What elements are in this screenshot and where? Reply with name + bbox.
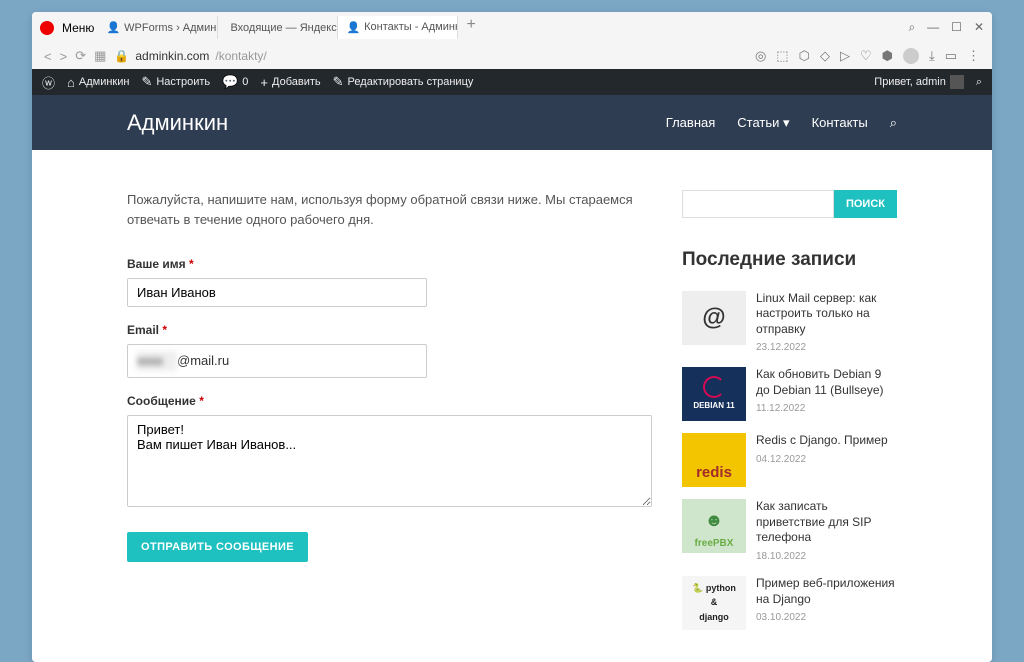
- post-thumbnail: [682, 291, 746, 345]
- window-controls: ⌕ — ☐ ✕: [908, 20, 984, 35]
- message-textarea[interactable]: [127, 415, 652, 507]
- post-date: 11.12.2022: [756, 401, 897, 416]
- tab-label: Контакты - Админкин: [364, 21, 458, 33]
- more-icon[interactable]: ⋮: [967, 48, 980, 64]
- site-header: Админкин Главная Статьи ▾ Контакты ⌕: [32, 95, 992, 150]
- reload-button[interactable]: ⟳: [75, 48, 86, 64]
- url-bar[interactable]: 🔒 adminkin.com/kontakty/: [114, 49, 747, 63]
- submit-button[interactable]: ОТПРАВИТЬ СООБЩЕНИЕ: [127, 532, 308, 562]
- search-icon[interactable]: ⌕: [908, 20, 915, 35]
- tab-yandex[interactable]: Входящие — Яндекс Поч ×: [218, 16, 338, 39]
- field-message: Сообщение *: [127, 392, 652, 513]
- browser-tabs: 👤 WPForms › Админкин × Входящие — Яндекс…: [98, 16, 904, 39]
- back-button[interactable]: <: [44, 49, 52, 64]
- chevron-down-icon: ▾: [783, 115, 790, 130]
- page-content: Пожалуйста, напишите нам, используя форм…: [32, 150, 992, 662]
- post-date: 04.12.2022: [756, 452, 897, 467]
- name-input[interactable]: [127, 278, 427, 307]
- recent-post-item[interactable]: 🐍 python&django Пример веб-приложения на…: [682, 576, 897, 630]
- search-button[interactable]: ПОИСК: [834, 190, 897, 218]
- nav-articles[interactable]: Статьи ▾: [737, 115, 789, 131]
- site-nav: Главная Статьи ▾ Контакты ⌕: [666, 115, 897, 131]
- post-title: Пример веб-приложения на Django: [756, 576, 897, 607]
- browser-titlebar: Меню 👤 WPForms › Админкин × Входящие — Я…: [32, 12, 992, 43]
- tab-label: WPForms › Админкин: [124, 22, 218, 34]
- post-thumbnail: 🐍 python&django: [682, 576, 746, 630]
- sidebar-column: ПОИСК Последние записи Linux Mail сервер…: [682, 190, 897, 642]
- main-column: Пожалуйста, напишите нам, используя форм…: [127, 190, 652, 642]
- post-date: 03.10.2022: [756, 610, 897, 625]
- bookmark-icon[interactable]: ♡: [860, 48, 872, 64]
- nav-contacts[interactable]: Контакты: [812, 115, 868, 130]
- person-icon: 👤: [346, 21, 360, 34]
- message-label: Сообщение *: [127, 392, 652, 410]
- search-input[interactable]: [682, 190, 834, 218]
- battery-icon[interactable]: ▭: [945, 48, 957, 64]
- email-input[interactable]: xxxx@mail.ru: [127, 344, 427, 378]
- recent-post-item[interactable]: freePBX Как записать приветствие для SIP…: [682, 499, 897, 564]
- wp-edit-page[interactable]: ✎Редактировать страницу: [333, 74, 474, 90]
- email-suffix: @mail.ru: [177, 351, 229, 371]
- cube-icon[interactable]: ⬢: [882, 48, 893, 64]
- site-title[interactable]: Админкин: [127, 110, 228, 136]
- wp-search-icon[interactable]: ⌕: [976, 76, 982, 89]
- opera-icon: [40, 21, 54, 35]
- browser-window: Меню 👤 WPForms › Админкин × Входящие — Я…: [32, 12, 992, 662]
- post-title: Linux Mail сервер: как настроить только …: [756, 291, 897, 338]
- lock-icon: 🔒: [114, 49, 129, 63]
- messenger-icon[interactable]: ◎: [755, 48, 766, 64]
- recent-post-item[interactable]: redis Redis с Django. Пример 04.12.2022: [682, 433, 897, 487]
- screenshot-icon[interactable]: ⬚: [776, 48, 788, 64]
- intro-text: Пожалуйста, напишите нам, используя форм…: [127, 190, 652, 229]
- post-title: Redis с Django. Пример: [756, 433, 897, 449]
- tab-wpforms[interactable]: 👤 WPForms › Админкин ×: [98, 16, 218, 39]
- post-thumbnail: DEBIAN 11: [682, 367, 746, 421]
- maximize-icon[interactable]: ☐: [951, 20, 962, 35]
- wp-comments[interactable]: 💬0: [222, 74, 248, 90]
- new-tab-button[interactable]: +: [458, 16, 483, 39]
- toolbar-icons: ◎ ⬚ ⬡ ◇ ▷ ♡ ⬢ ⤓ ▭ ⋮: [755, 48, 980, 64]
- recent-posts-heading: Последние записи: [682, 246, 897, 275]
- tab-label: Входящие — Яндекс Поч: [230, 22, 338, 34]
- nav-home[interactable]: Главная: [666, 115, 715, 130]
- recent-post-item[interactable]: DEBIAN 11 Как обновить Debian 9 до Debia…: [682, 367, 897, 421]
- tab-contacts[interactable]: 👤 Контакты - Админкин ×: [338, 16, 458, 39]
- profile-avatar[interactable]: [903, 48, 919, 64]
- avatar-icon: [950, 75, 964, 89]
- recent-post-item[interactable]: Linux Mail сервер: как настроить только …: [682, 291, 897, 356]
- wp-add[interactable]: +Добавить: [260, 75, 320, 90]
- play-icon[interactable]: ▷: [840, 48, 850, 64]
- url-host: adminkin.com: [135, 49, 209, 63]
- post-thumbnail: redis: [682, 433, 746, 487]
- url-path: /kontakty/: [215, 49, 266, 63]
- browser-menu-label[interactable]: Меню: [62, 21, 94, 35]
- email-blurred-part: xxxx: [137, 351, 177, 371]
- name-label: Ваше имя *: [127, 255, 652, 273]
- browser-toolbar: < > ⟳ ▦ 🔒 adminkin.com/kontakty/ ◎ ⬚ ⬡ ◇…: [32, 43, 992, 69]
- post-title: Как записать приветствие для SIP телефон…: [756, 499, 897, 546]
- wp-admin-bar: ⓦ ⌂Админкин ✎Настроить 💬0 +Добавить ✎Ред…: [32, 69, 992, 95]
- field-email: Email * xxxx@mail.ru: [127, 321, 652, 378]
- extension-icon[interactable]: ◇: [820, 48, 830, 64]
- forward-button[interactable]: >: [60, 49, 68, 64]
- wp-customize[interactable]: ✎Настроить: [141, 74, 210, 90]
- post-date: 18.10.2022: [756, 549, 897, 564]
- shield-icon[interactable]: ⬡: [799, 48, 810, 64]
- field-name: Ваше имя *: [127, 255, 652, 307]
- wp-logo[interactable]: ⓦ: [42, 73, 55, 92]
- post-date: 23.12.2022: [756, 340, 897, 355]
- person-icon: 👤: [106, 21, 120, 34]
- email-label: Email *: [127, 321, 652, 339]
- minimize-icon[interactable]: —: [927, 20, 939, 35]
- wp-site-link[interactable]: ⌂Админкин: [67, 75, 129, 90]
- post-title: Как обновить Debian 9 до Debian 11 (Bull…: [756, 367, 897, 398]
- download-icon[interactable]: ⤓: [929, 48, 935, 64]
- post-thumbnail: freePBX: [682, 499, 746, 553]
- wp-user-greeting[interactable]: Привет, admin: [874, 75, 964, 89]
- close-icon[interactable]: ✕: [974, 20, 984, 35]
- apps-icon[interactable]: ▦: [94, 48, 106, 64]
- search-widget: ПОИСК: [682, 190, 897, 218]
- search-icon[interactable]: ⌕: [890, 115, 897, 131]
